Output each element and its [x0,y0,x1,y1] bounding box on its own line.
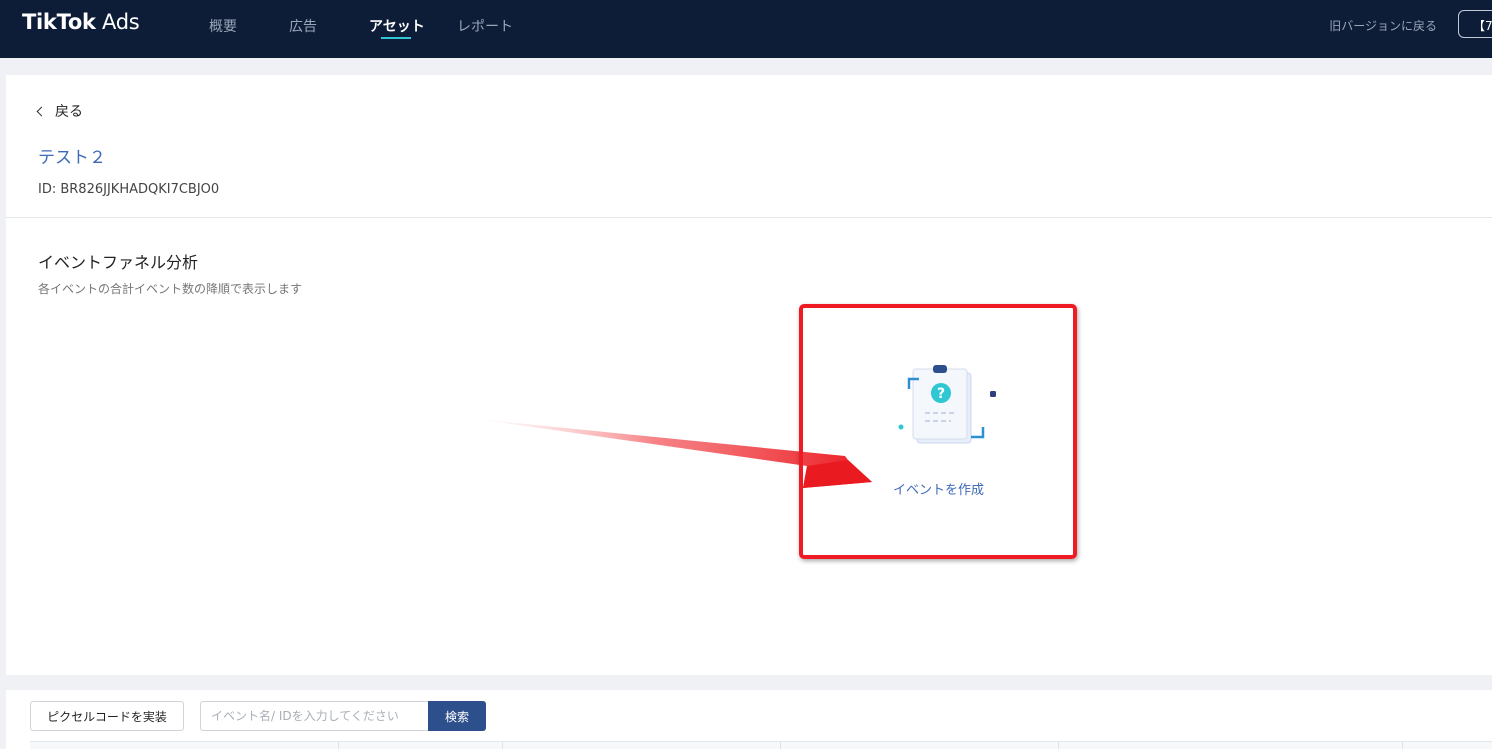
chevron-left-icon [36,106,47,116]
section-divider [6,217,1492,218]
pixel-id: ID: BR826JJKHADQKI7CBJO0 [38,182,220,197]
nav-active-indicator [381,37,411,39]
nav-item-overview[interactable]: 概要 [209,16,237,36]
event-list-card: ピクセルコードを実装 検索 [6,690,1492,749]
pixel-name[interactable]: テスト２ [38,143,106,168]
logo-text-light: Ads [102,10,140,34]
logo-text-bold: TikTok [22,10,96,34]
old-version-link[interactable]: 旧バージョンに戻る [1329,17,1437,34]
top-nav: TikTok Ads 概要 広告 アセット レポート 旧バージョンに戻る 【7 [0,0,1492,58]
back-button[interactable]: 戻る [36,101,83,121]
event-search-input[interactable] [200,701,430,731]
funnel-section-subtitle: 各イベントの合計イベント数の降順で表示します [38,282,303,296]
search-button[interactable]: 検索 [428,701,486,731]
pixel-detail-card: 戻る テスト２ ID: BR826JJKHADQKI7CBJO0 イベントファネ… [6,75,1492,675]
account-button[interactable]: 【7 [1458,10,1492,38]
nav-item-assets[interactable]: アセット [369,16,425,36]
event-table-header [30,741,1492,749]
implement-pixel-code-button[interactable]: ピクセルコードを実装 [30,701,184,731]
tiktok-ads-logo[interactable]: TikTok Ads [22,10,140,34]
nav-item-ads[interactable]: 広告 [289,16,317,36]
back-label: 戻る [55,104,83,120]
nav-item-reports[interactable]: レポート [457,16,513,36]
annotation-highlight-box [799,304,1077,559]
funnel-section-title: イベントファネル分析 [38,253,199,272]
